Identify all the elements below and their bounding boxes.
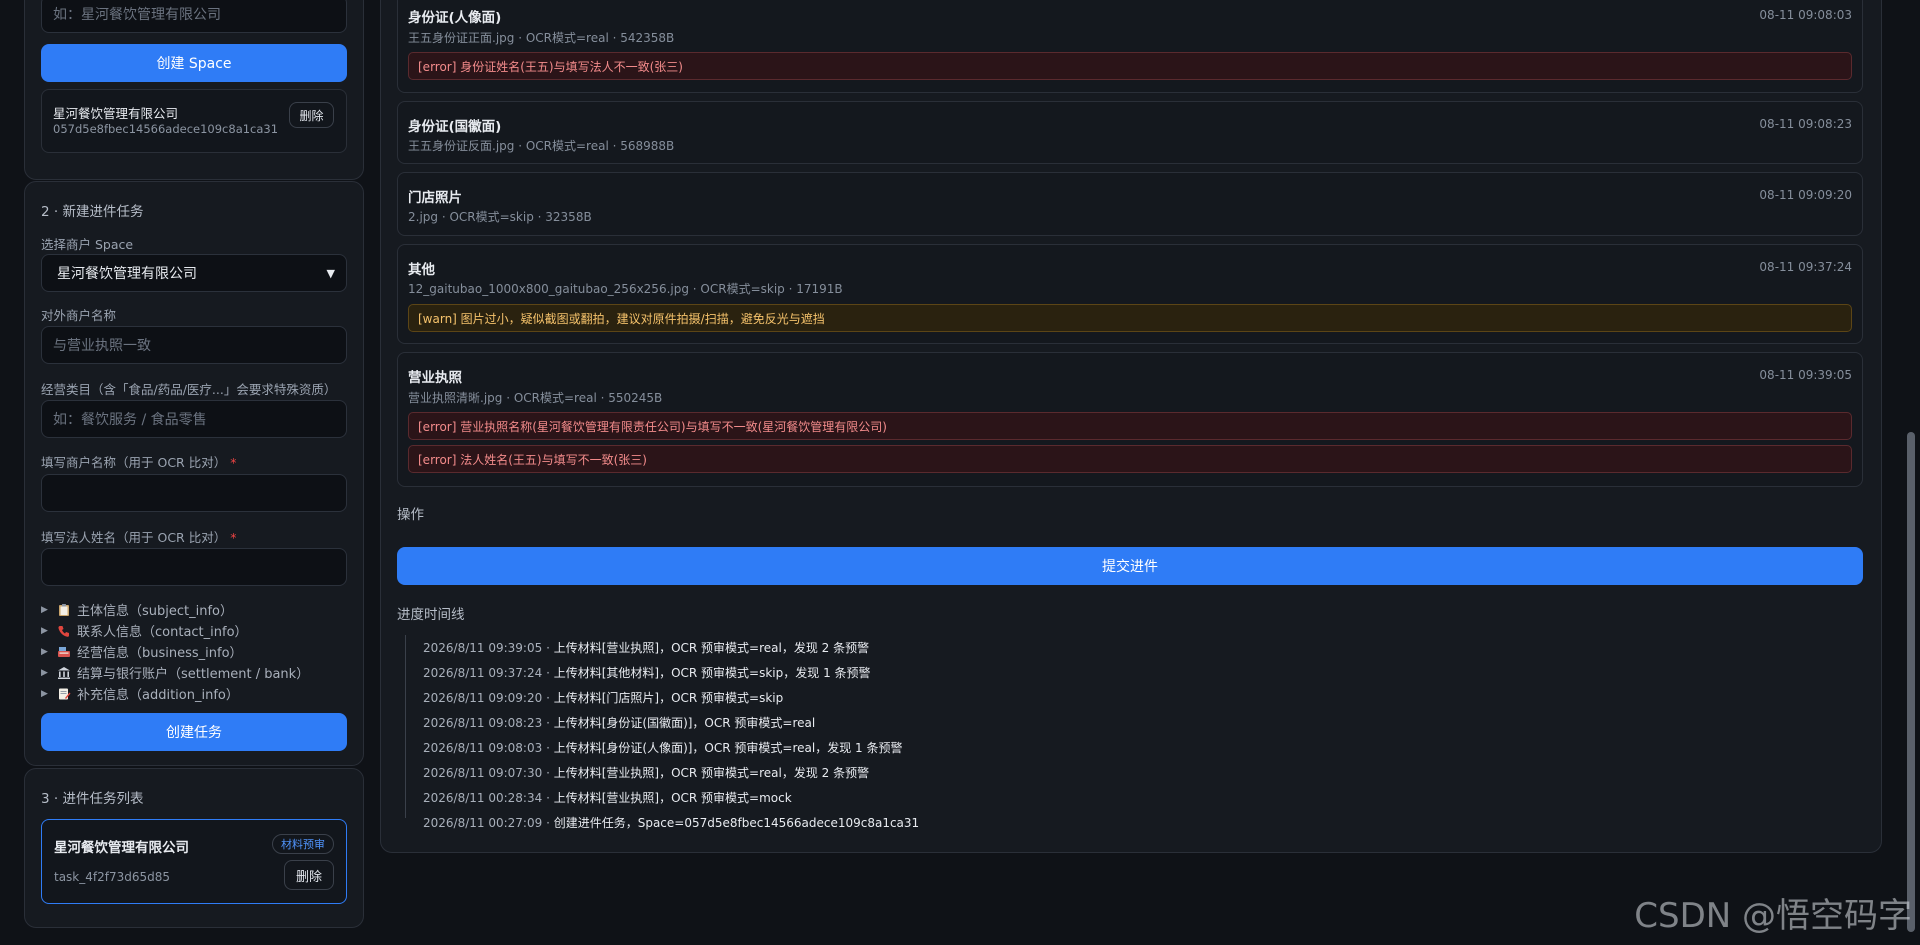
ocr-merchant-name-input[interactable] — [41, 474, 347, 512]
warning-alert: [warn] 图片过小，疑似截图或翻拍，建议对原件拍摄/扫描，避免反光与遮挡 — [408, 304, 1852, 332]
timeline: 2026/8/11 09:39:05 · 上传材料[营业执照]，OCR 预审模式… — [397, 633, 1397, 830]
space-card-name: 星河餐饮管理有限公司 — [53, 106, 179, 121]
bank-icon — [58, 666, 70, 679]
document-card: 营业执照 08-11 09:39:05 营业执照清晰.jpg · OCR模式=r… — [397, 352, 1863, 487]
document-title: 其他 — [408, 262, 435, 278]
memo-icon — [59, 688, 71, 699]
clipboard-icon — [59, 603, 69, 616]
error-alert: [error] 法人姓名(王五)与填写不一致(张三) — [408, 445, 1852, 473]
expand-triangle-icon: ▶ — [41, 625, 48, 636]
document-card: 身份证(人像面) 08-11 09:08:03 王五身份证正面.jpg · OC… — [397, 0, 1863, 93]
timeline-item: 2026/8/11 09:39:05 · 上传材料[营业执照]，OCR 预审模式… — [423, 641, 870, 655]
submit-button[interactable]: 提交进件 — [397, 547, 1863, 585]
timeline-item: 2026/8/11 00:28:34 · 上传材料[营业执照]，OCR 预审模式… — [423, 791, 792, 805]
document-time: 08-11 09:37:24 — [1759, 260, 1852, 274]
timeline-item: 2026/8/11 09:37:24 · 上传材料[其他材料]，OCR 预审模式… — [423, 666, 871, 680]
task-list-panel: 3 · 进件任务列表 星河餐饮管理有限公司 材料预审 task_4f2f73d6… — [24, 768, 364, 928]
expand-triangle-icon: ▶ — [41, 646, 48, 657]
document-meta: 王五身份证反面.jpg · OCR模式=real · 568988B — [408, 139, 675, 153]
document-time: 08-11 09:39:05 — [1759, 368, 1852, 382]
timeline-title: 进度时间线 — [397, 607, 465, 623]
ocr-legal-name-label: 填写法人姓名（用于 OCR 比对） * — [41, 530, 237, 545]
space-name-input[interactable]: 如：星河餐饮管理有限公司 — [41, 0, 347, 33]
task-card-name: 星河餐饮管理有限公司 — [54, 840, 189, 856]
expand-triangle-icon: ▶ — [41, 604, 48, 615]
document-title: 门店照片 — [408, 190, 462, 206]
document-meta: 王五身份证正面.jpg · OCR模式=real · 542358B — [408, 31, 675, 45]
expand-triangle-icon: ▶ — [41, 667, 48, 678]
merchant-name-input[interactable]: 与营业执照一致 — [41, 326, 347, 364]
task-list-title: 3 · 进件任务列表 — [41, 791, 144, 807]
document-card: 其他 08-11 09:37:24 12_gaitubao_1000x800_g… — [397, 244, 1863, 344]
delete-space-button[interactable]: 删除 — [289, 102, 334, 128]
phone-icon — [58, 625, 69, 637]
document-card: 门店照片 08-11 09:09:20 2.jpg · OCR模式=skip ·… — [397, 172, 1863, 236]
new-task-panel: 2 · 新建进件任务 选择商户 Space 星河餐饮管理有限公司 ▼ 对外商户名… — [24, 181, 364, 766]
task-card[interactable]: 星河餐饮管理有限公司 材料预审 task_4f2f73d65d85 删除 — [41, 819, 347, 904]
document-meta: 12_gaitubao_1000x800_gaitubao_256x256.jp… — [408, 282, 843, 296]
chevron-down-icon: ▼ — [326, 266, 335, 280]
section-addition-info[interactable]: ▶ 补充信息（addition_info） — [41, 684, 239, 703]
section-subject-info[interactable]: ▶ 主体信息（subject_info） — [41, 600, 233, 619]
scrollbar-thumb[interactable] — [1907, 432, 1915, 932]
create-task-button[interactable]: 创建任务 — [41, 713, 347, 751]
status-badge: 材料预审 — [272, 834, 334, 854]
section-contact-info[interactable]: ▶ 联系人信息（contact_info） — [41, 621, 248, 640]
space-card: 星河餐饮管理有限公司 057d5e8fbec14566adece109c8a1c… — [41, 89, 347, 153]
scrollbar-track[interactable] — [1902, 0, 1920, 945]
error-alert: [error] 身份证姓名(王五)与填写法人不一致(张三) — [408, 52, 1852, 80]
ocr-merchant-name-label: 填写商户名称（用于 OCR 比对） * — [41, 455, 237, 470]
timeline-item: 2026/8/11 09:08:03 · 上传材料[身份证(人像面)]，OCR … — [423, 741, 903, 755]
document-card: 身份证(国徽面) 08-11 09:08:23 王五身份证反面.jpg · OC… — [397, 101, 1863, 164]
document-title: 身份证(国徽面) — [408, 119, 502, 135]
document-meta: 2.jpg · OCR模式=skip · 32358B — [408, 210, 592, 224]
space-card-id: 057d5e8fbec14566adece109c8a1ca31 — [53, 122, 279, 136]
expand-triangle-icon: ▶ — [41, 688, 48, 699]
section-business-info[interactable]: ▶ 经营信息（business_info） — [41, 642, 243, 661]
section-settlement-bank[interactable]: ▶ 结算与银行账户（settlement / bank） — [41, 663, 309, 682]
timeline-item: 2026/8/11 09:08:23 · 上传材料[身份证(国徽面)]，OCR … — [423, 716, 816, 730]
document-time: 08-11 09:08:23 — [1759, 117, 1852, 131]
create-space-button[interactable]: 创建 Space — [41, 44, 347, 82]
document-title: 营业执照 — [408, 370, 462, 386]
select-space-dropdown[interactable]: 星河餐饮管理有限公司 ▼ — [41, 254, 347, 292]
document-time: 08-11 09:09:20 — [1759, 188, 1852, 202]
space-panel: 如：星河餐饮管理有限公司 创建 Space 星河餐饮管理有限公司 057d5e8… — [24, 0, 364, 180]
document-time: 08-11 09:08:03 — [1759, 8, 1852, 22]
select-space-label: 选择商户 Space — [41, 237, 134, 252]
category-input[interactable]: 如：餐饮服务 / 食品零售 — [41, 400, 347, 438]
timeline-item: 2026/8/11 09:07:30 · 上传材料[营业执照]，OCR 预审模式… — [423, 766, 870, 780]
task-card-id: task_4f2f73d65d85 — [54, 870, 171, 884]
merchant-name-label: 对外商户名称 — [41, 308, 117, 323]
document-title: 身份证(人像面) — [408, 10, 502, 26]
timeline-item: 2026/8/11 09:09:20 · 上传材料[门店照片]，OCR 预审模式… — [423, 691, 784, 705]
timeline-line — [405, 635, 406, 818]
operations-title: 操作 — [397, 507, 424, 523]
ocr-legal-name-input[interactable] — [41, 548, 347, 586]
category-label: 经营类目（含「食品/药品/医疗...」会要求特殊资质） — [41, 382, 337, 397]
error-alert: [error] 营业执照名称(星河餐饮管理有限责任公司)与填写不一致(星河餐饮管… — [408, 412, 1852, 440]
timeline-item: 2026/8/11 00:27:09 · 创建进件任务，Space=057d5e… — [423, 816, 920, 830]
delete-task-button[interactable]: 删除 — [284, 860, 334, 890]
watermark: CSDN @悟空码字 — [1634, 896, 1912, 936]
document-meta: 营业执照清晰.jpg · OCR模式=real · 550245B — [408, 391, 663, 405]
task-detail-panel: 身份证(人像面) 08-11 09:08:03 王五身份证正面.jpg · OC… — [380, 0, 1882, 853]
new-task-title: 2 · 新建进件任务 — [41, 204, 144, 220]
cash-register-icon — [58, 646, 70, 657]
